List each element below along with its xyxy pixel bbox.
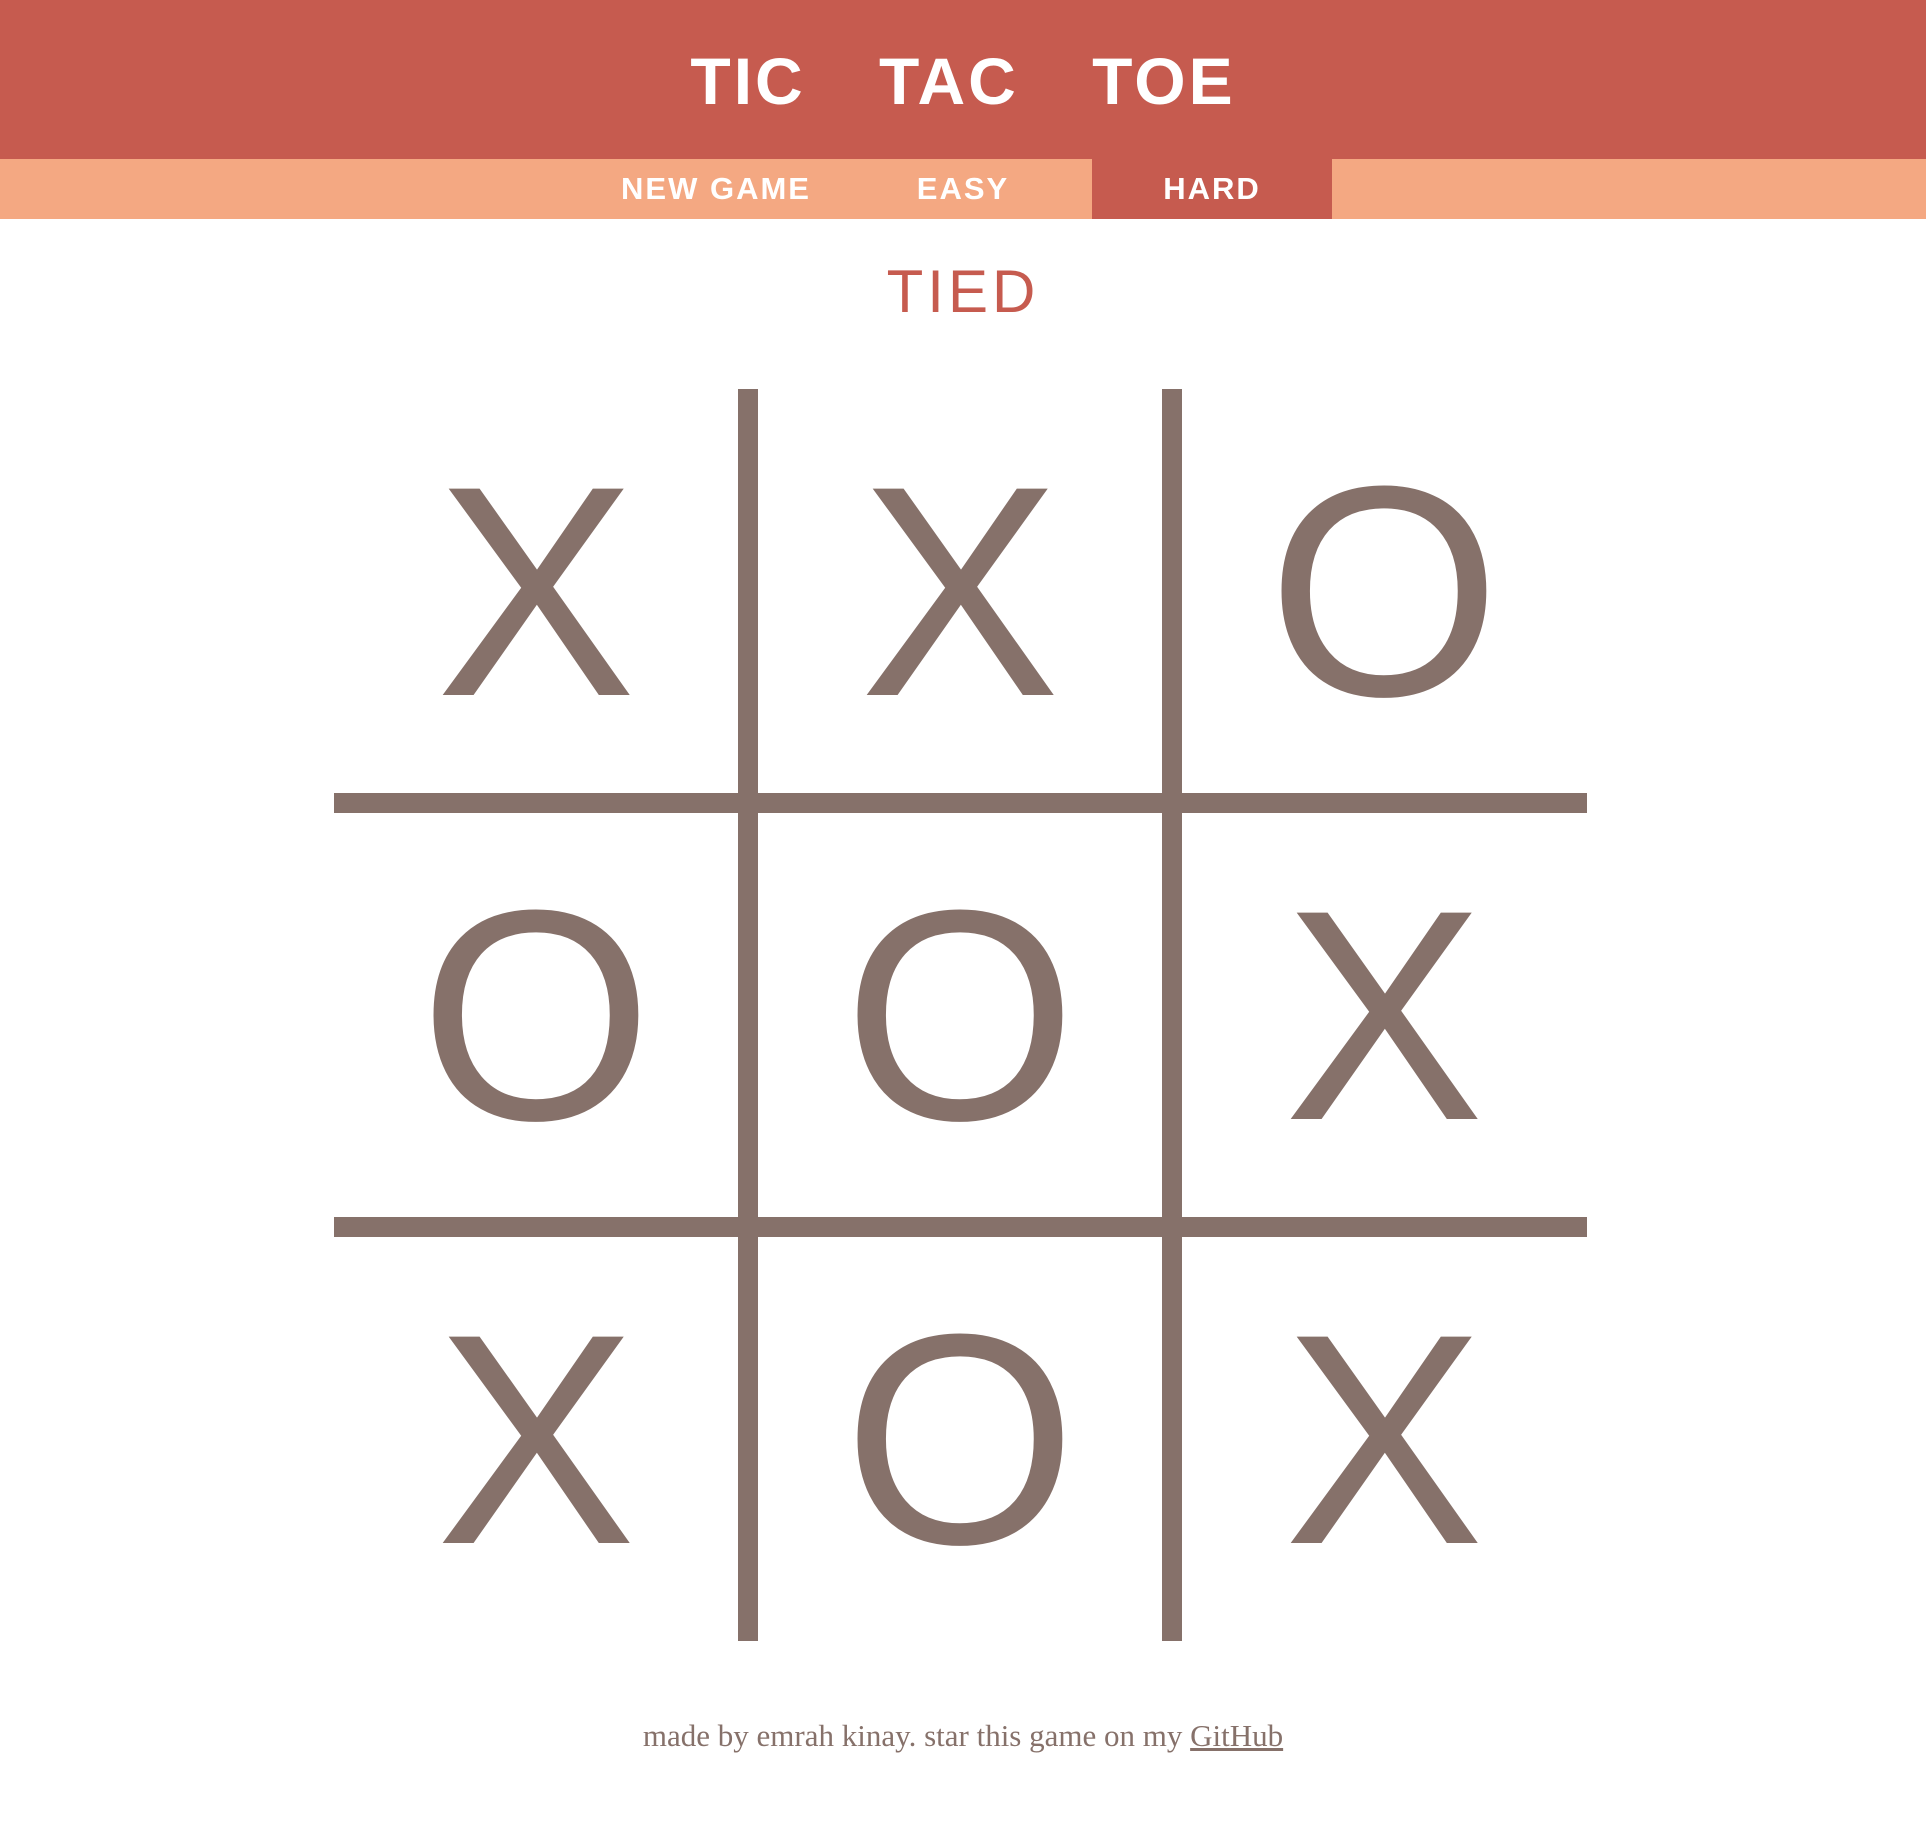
board-divider-vertical-1	[738, 389, 758, 1641]
game-board: X X O O O X X O X	[334, 389, 1587, 1641]
game-title: TIC TAC TOE	[690, 43, 1236, 118]
cell-mark: O	[843, 847, 1077, 1183]
header-bar: TIC TAC TOE	[0, 0, 1926, 159]
board-cell-9[interactable]: X	[1182, 1237, 1586, 1641]
board-cell-7[interactable]: X	[334, 1237, 738, 1641]
cell-mark: O	[843, 1271, 1077, 1607]
footer-credit-text: made by emrah kinay. star this game on m…	[642, 1718, 1191, 1753]
new-game-button[interactable]: NEW GAME	[596, 159, 836, 219]
board-cell-4[interactable]: O	[334, 813, 738, 1217]
hard-mode-button[interactable]: HARD	[1092, 159, 1332, 219]
cell-mark: X	[1283, 847, 1485, 1183]
cell-mark: X	[1283, 1271, 1485, 1607]
footer: made by emrah kinay. star this game on m…	[0, 1714, 1926, 1758]
board-cell-8[interactable]: O	[758, 1237, 1162, 1641]
easy-mode-button[interactable]: EASY	[843, 159, 1083, 219]
board-cell-5[interactable]: O	[758, 813, 1162, 1217]
game-status: TIED	[886, 258, 1040, 325]
board-divider-horizontal-2	[334, 1217, 1587, 1237]
board-cell-2[interactable]: X	[758, 389, 1162, 793]
cell-mark: X	[435, 423, 637, 759]
github-link[interactable]: GitHub	[1190, 1718, 1283, 1753]
board-cell-6[interactable]: X	[1182, 813, 1586, 1217]
board-cell-1[interactable]: X	[334, 389, 738, 793]
menu-bar: NEW GAME EASY HARD	[0, 159, 1926, 219]
cell-mark: O	[419, 847, 653, 1183]
board-cell-3[interactable]: O	[1182, 389, 1586, 793]
cell-mark: O	[1267, 423, 1501, 759]
cell-mark: X	[435, 1271, 637, 1607]
board-divider-horizontal-1	[334, 793, 1587, 813]
cell-mark: X	[859, 423, 1061, 759]
board-divider-vertical-2	[1162, 389, 1182, 1641]
